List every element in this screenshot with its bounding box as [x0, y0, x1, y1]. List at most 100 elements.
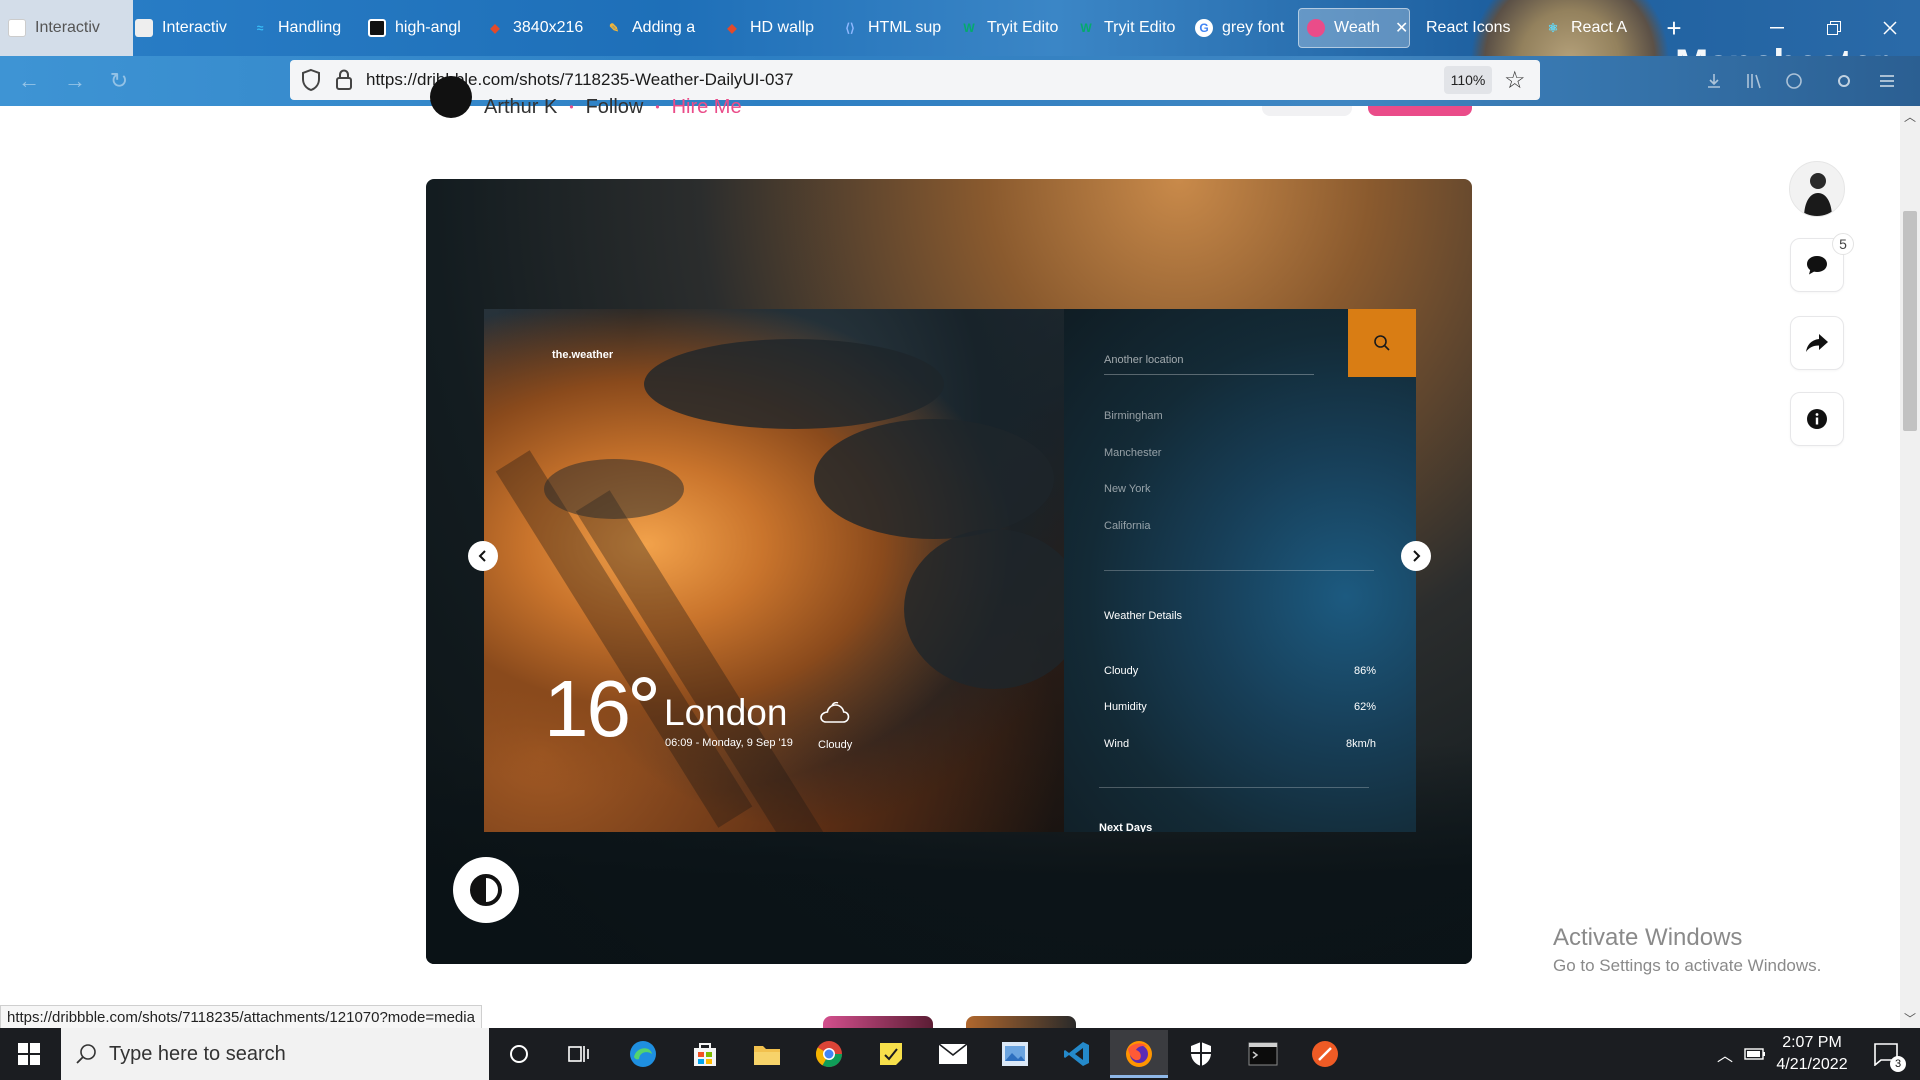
notifications-button[interactable]: 3: [1866, 1028, 1906, 1080]
detail-row: Wind 8km/h: [1104, 738, 1376, 750]
menu-hamburger-icon[interactable]: [1878, 72, 1896, 90]
lock-icon[interactable]: [334, 68, 354, 92]
divider: [1104, 570, 1374, 571]
tab-label: HD wallp: [750, 19, 815, 36]
tab-11[interactable]: G grey font: [1187, 8, 1297, 48]
task-view-icon[interactable]: [562, 1037, 596, 1071]
cortana-icon[interactable]: [502, 1037, 536, 1071]
security-shield-icon[interactable]: [1184, 1037, 1218, 1071]
postman-icon[interactable]: [1308, 1037, 1342, 1071]
tab-label: Handling: [278, 19, 342, 36]
account-icon[interactable]: [1785, 72, 1803, 90]
save-button[interactable]: [1262, 106, 1352, 116]
comment-count-badge: 5: [1832, 233, 1854, 255]
tab-5[interactable]: ◆ 3840x216: [478, 8, 588, 48]
previous-shot-button[interactable]: [468, 541, 498, 571]
firefox-icon[interactable]: [1122, 1037, 1156, 1071]
contrast-toggle-button[interactable]: [453, 857, 519, 923]
next-shot-button[interactable]: [1401, 541, 1431, 571]
tab-10[interactable]: W Tryit Edito: [1069, 8, 1179, 48]
cloud-shape: [544, 459, 684, 519]
temperature-value: 16: [544, 664, 631, 753]
sticky-notes-icon[interactable]: [874, 1037, 908, 1071]
detail-row: Humidity 62%: [1104, 701, 1376, 713]
details-button[interactable]: [1790, 392, 1844, 446]
tab-8[interactable]: ⟨⟩ HTML sup: [833, 8, 943, 48]
like-button[interactable]: [1368, 106, 1472, 116]
scroll-down-arrow-icon[interactable]: ﹀: [1900, 1008, 1920, 1028]
condition-label: Cloudy: [818, 739, 853, 751]
follow-link[interactable]: Follow: [586, 96, 644, 119]
share-arrow-icon: [1806, 334, 1828, 352]
file-explorer-icon[interactable]: [750, 1037, 784, 1071]
attachment-thumbnail[interactable]: [966, 1016, 1076, 1028]
attachment-thumbnail[interactable]: [823, 1016, 933, 1028]
scrollbar-thumb[interactable]: [1903, 211, 1917, 431]
designer-avatar[interactable]: [1789, 161, 1845, 217]
back-arrow-icon[interactable]: ←: [14, 66, 44, 96]
photos-app-icon[interactable]: [998, 1037, 1032, 1071]
minimize-window-icon[interactable]: [1755, 8, 1799, 48]
url-text[interactable]: https://dribbble.com/shots/7118235-Weath…: [366, 70, 793, 90]
author-avatar[interactable]: [430, 76, 472, 118]
weather-ui-mockup: the.weather 16 London 06:09 - Monday, 9 …: [484, 309, 1416, 832]
tab-9[interactable]: W Tryit Edito: [952, 8, 1062, 48]
bookmark-star-icon[interactable]: ☆: [1504, 66, 1526, 95]
tab-4[interactable]: high-angl: [360, 8, 470, 48]
clock-date: 4/21/2022: [1776, 1056, 1848, 1073]
tab-13[interactable]: React Icons: [1418, 8, 1528, 48]
downloads-icon[interactable]: [1705, 72, 1723, 90]
page-favicon-icon: [135, 19, 153, 37]
terminal-icon[interactable]: [1246, 1037, 1280, 1071]
tab-1[interactable]: Interactiv: [0, 0, 133, 56]
author-name[interactable]: Arthur K: [484, 96, 557, 119]
search-button: [1348, 309, 1416, 377]
detail-value: 62%: [1353, 701, 1376, 713]
chevron-up-icon[interactable]: ︿: [1713, 1028, 1737, 1080]
extensions-icon[interactable]: [1835, 72, 1853, 90]
zoom-level-button[interactable]: 110%: [1444, 66, 1492, 94]
tab-12-active[interactable]: Weath ✕: [1298, 8, 1410, 48]
edge-browser-icon[interactable]: [626, 1037, 660, 1071]
chrome-icon[interactable]: [812, 1037, 846, 1071]
tab-6[interactable]: ✎ Adding a: [597, 8, 707, 48]
tab-label: 3840x216: [513, 19, 584, 36]
tab-7[interactable]: ◆ HD wallp: [715, 8, 825, 48]
location-item: Manchester: [1104, 447, 1162, 459]
tracking-shield-icon[interactable]: [300, 68, 322, 92]
reload-icon[interactable]: ↻: [104, 66, 134, 96]
detail-label: Cloudy: [1104, 665, 1139, 677]
tab-2[interactable]: Interactiv: [127, 8, 237, 48]
share-button[interactable]: [1790, 316, 1844, 370]
w3schools-favicon-icon: W: [1080, 21, 1092, 35]
new-tab-button[interactable]: +: [1659, 8, 1689, 48]
start-button[interactable]: [8, 1038, 50, 1070]
restore-window-icon[interactable]: [1812, 8, 1856, 48]
vscode-icon[interactable]: [1060, 1037, 1094, 1071]
system-clock[interactable]: 2:07 PM 4/21/2022: [1762, 1032, 1862, 1076]
detail-row: Cloudy 86%: [1104, 665, 1376, 677]
shot-media[interactable]: the.weather 16 London 06:09 - Monday, 9 …: [426, 179, 1472, 964]
separator-dot: •: [655, 100, 660, 114]
divider: [1099, 787, 1369, 788]
microsoft-store-icon[interactable]: [688, 1037, 722, 1071]
cloud-shape: [814, 419, 1054, 539]
link-status-bar: https://dribbble.com/shots/7118235/attac…: [0, 1005, 482, 1029]
tab-label: Tryit Edito: [1104, 19, 1176, 36]
mail-icon[interactable]: [936, 1037, 970, 1071]
detail-label: Wind: [1104, 738, 1130, 750]
forward-arrow-icon[interactable]: →: [60, 66, 90, 96]
search-icon: [76, 1044, 96, 1064]
react-favicon-icon: ⚛: [1547, 21, 1559, 35]
close-window-icon[interactable]: [1868, 8, 1912, 48]
tab-3[interactable]: ≈ Handling: [243, 8, 353, 48]
scroll-up-arrow-icon[interactable]: ︿: [1900, 106, 1920, 126]
close-tab-icon[interactable]: ✕: [1395, 18, 1408, 38]
tab-14[interactable]: ⚛ React A: [1536, 8, 1646, 48]
hire-me-link[interactable]: Hire Me: [672, 96, 742, 119]
person-avatar-icon: [1804, 173, 1832, 216]
dribbble-favicon-icon: [1307, 19, 1325, 37]
library-icon[interactable]: [1745, 72, 1763, 90]
taskbar-search-box[interactable]: Type here to search: [61, 1028, 489, 1080]
address-bar[interactable]: https://dribbble.com/shots/7118235-Weath…: [290, 60, 1540, 100]
